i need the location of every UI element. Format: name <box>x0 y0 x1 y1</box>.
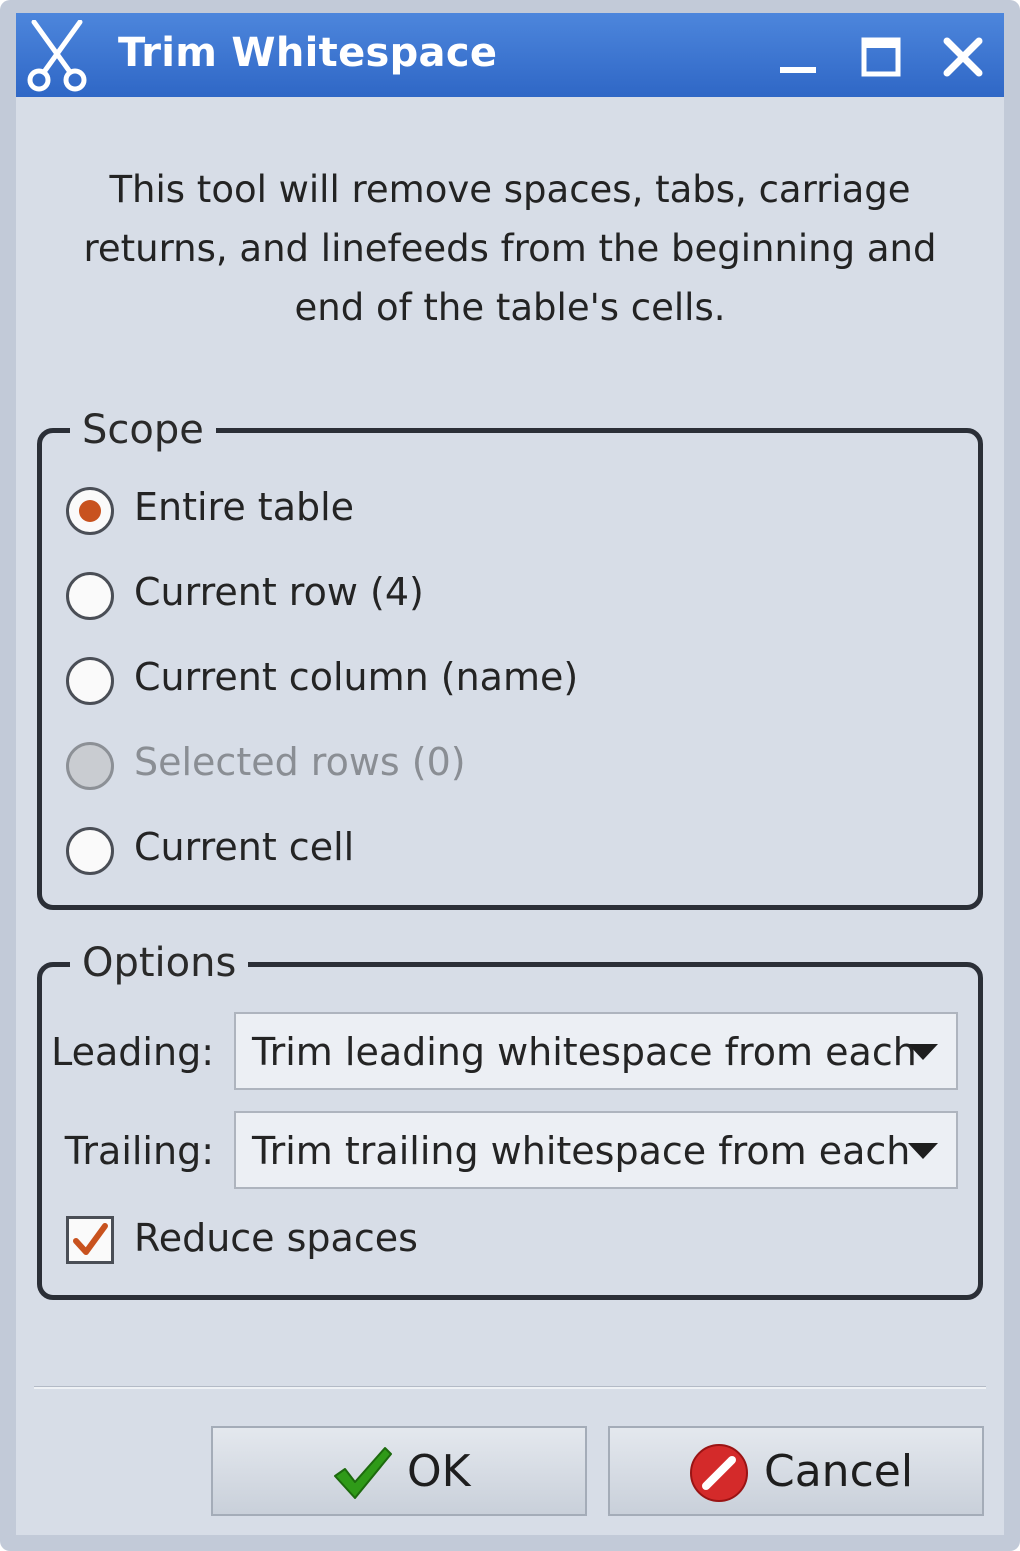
trailing-dropdown[interactable]: Trim trailing whitespace from each <box>234 1111 958 1189</box>
radio-label: Current column (name) <box>134 655 579 699</box>
cancel-button-label: Cancel <box>764 1446 914 1497</box>
reduce-spaces-label[interactable]: Reduce spaces <box>134 1216 418 1260</box>
radio-button[interactable] <box>66 487 114 535</box>
window-title: Trim Whitespace <box>118 30 498 76</box>
checkmark-icon <box>73 1223 108 1255</box>
trailing-dropdown-value: Trim trailing whitespace from each <box>252 1129 911 1173</box>
ok-button[interactable]: OK <box>211 1426 587 1516</box>
leading-label: Leading: <box>51 1030 214 1074</box>
radio-label: Current row (4) <box>134 570 424 614</box>
separator <box>34 1386 986 1389</box>
ok-button-label: OK <box>407 1446 471 1497</box>
leading-dropdown[interactable]: Trim leading whitespace from each <box>234 1012 958 1090</box>
reduce-spaces-checkbox[interactable] <box>66 1216 114 1264</box>
description-text: This tool will remove spaces, tabs, carr… <box>83 168 937 329</box>
radio-label: Selected rows (0) <box>134 740 466 784</box>
radio-button[interactable] <box>66 827 114 875</box>
trailing-label: Trailing: <box>64 1129 214 1173</box>
leading-dropdown-value: Trim leading whitespace from each <box>252 1030 917 1074</box>
cancel-button[interactable]: Cancel <box>608 1426 984 1516</box>
chevron-down-icon <box>908 1044 938 1060</box>
chevron-down-icon <box>908 1143 938 1159</box>
minimize-icon[interactable] <box>776 35 820 79</box>
maximize-icon[interactable] <box>859 35 903 79</box>
radio-label: Current cell <box>134 825 355 869</box>
checkmark-icon <box>334 1447 392 1499</box>
close-icon[interactable] <box>941 35 985 79</box>
radio-label: Entire table <box>134 485 355 529</box>
options-group-title: Options <box>70 940 249 986</box>
scope-group-title: Scope <box>70 407 216 453</box>
radio-button <box>66 742 114 790</box>
cancel-icon <box>690 1444 748 1502</box>
title-bar[interactable]: Trim Whitespace <box>16 13 1004 97</box>
radio-button[interactable] <box>66 657 114 705</box>
radio-button[interactable] <box>66 572 114 620</box>
scissors-icon <box>27 20 87 92</box>
dialog-window: Trim Whitespace This tool will remove sp… <box>0 0 1020 1551</box>
